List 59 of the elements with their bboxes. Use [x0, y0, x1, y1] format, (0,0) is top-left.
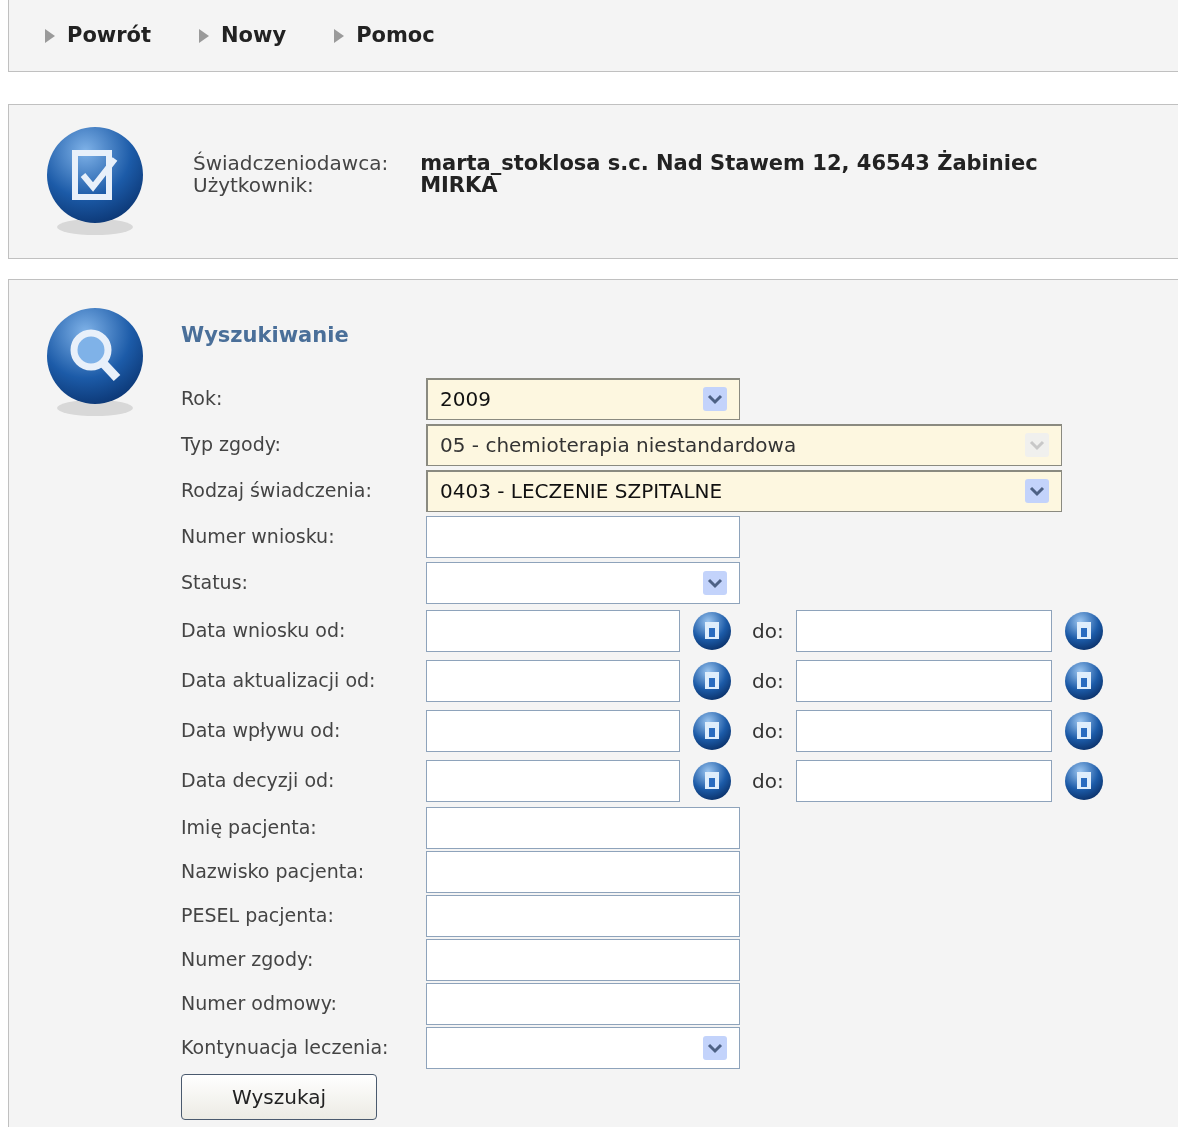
- calendar-icon[interactable]: [692, 760, 732, 801]
- date-field[interactable]: [795, 709, 1052, 752]
- info-label: Świadczeniodawca:: [193, 151, 389, 174]
- select-field[interactable]: [426, 1026, 740, 1069]
- to-label: do:: [752, 767, 784, 795]
- date-field[interactable]: [426, 659, 680, 702]
- date-field[interactable]: [795, 609, 1052, 652]
- date-field[interactable]: [795, 759, 1052, 802]
- field-label: PESEL pacjenta:: [181, 903, 335, 929]
- info-value: marta_stoklosa s.c. Nad Stawem 12, 46543 Żabiniec: [420, 151, 1038, 174]
- field-label: Rodzaj świadczenia:: [181, 478, 373, 504]
- field-label: Data decyzji od:: [181, 768, 336, 794]
- calendar-icon[interactable]: [1063, 710, 1104, 751]
- triangle-icon: [334, 28, 345, 43]
- to-label: do:: [752, 717, 784, 745]
- checklist-icon: [45, 126, 145, 237]
- section-title: Wyszukiwanie: [181, 322, 350, 349]
- select-field[interactable]: 0403 - LECZENIE SZPITALNE: [426, 469, 1062, 512]
- calendar-icon[interactable]: [1063, 610, 1104, 651]
- info-label: Użytkownik:: [193, 173, 315, 196]
- field-label: Nazwisko pacjenta:: [181, 859, 366, 885]
- field-label: Rok:: [181, 386, 224, 412]
- select-field[interactable]: [426, 561, 740, 604]
- field-label: Numer wniosku:: [181, 524, 336, 550]
- to-label: do:: [752, 617, 784, 645]
- nav-link[interactable]: Pomoc: [334, 19, 435, 52]
- calendar-icon[interactable]: [692, 610, 732, 651]
- nav-link[interactable]: Nowy: [199, 19, 287, 52]
- field-label: Data wpływu od:: [181, 718, 342, 744]
- field-label: Data aktualizacji od:: [181, 668, 377, 694]
- search-icon: [45, 308, 145, 418]
- date-field[interactable]: [426, 759, 680, 802]
- triangle-icon: [199, 28, 210, 43]
- text-field[interactable]: [426, 938, 740, 981]
- calendar-icon[interactable]: [1063, 760, 1104, 801]
- text-field[interactable]: [426, 894, 740, 937]
- field-label: Typ zgody:: [181, 432, 282, 458]
- search-button[interactable]: Wyszukaj: [181, 1073, 377, 1120]
- field-label: Status:: [181, 570, 249, 596]
- calendar-icon[interactable]: [692, 660, 732, 701]
- to-label: do:: [752, 667, 784, 695]
- text-field[interactable]: [426, 982, 740, 1025]
- calendar-icon[interactable]: [1063, 660, 1104, 701]
- text-field[interactable]: [426, 515, 740, 558]
- field-label: Data wniosku od:: [181, 618, 347, 644]
- info-value: MIRKA: [420, 173, 499, 196]
- triangle-icon: [45, 28, 55, 43]
- field-label: Numer zgody:: [181, 947, 315, 973]
- text-field[interactable]: [426, 850, 740, 893]
- field-label: Numer odmowy:: [181, 991, 338, 1017]
- date-field[interactable]: [795, 659, 1052, 702]
- nav-link[interactable]: Powrót: [45, 19, 152, 52]
- date-field[interactable]: [426, 609, 680, 652]
- select-field[interactable]: 2009: [426, 377, 740, 420]
- field-label: Kontynuacja leczenia:: [181, 1035, 390, 1061]
- text-field[interactable]: [426, 806, 740, 849]
- field-label: Imię pacjenta:: [181, 815, 318, 841]
- date-field[interactable]: [426, 709, 680, 752]
- calendar-icon[interactable]: [692, 710, 732, 751]
